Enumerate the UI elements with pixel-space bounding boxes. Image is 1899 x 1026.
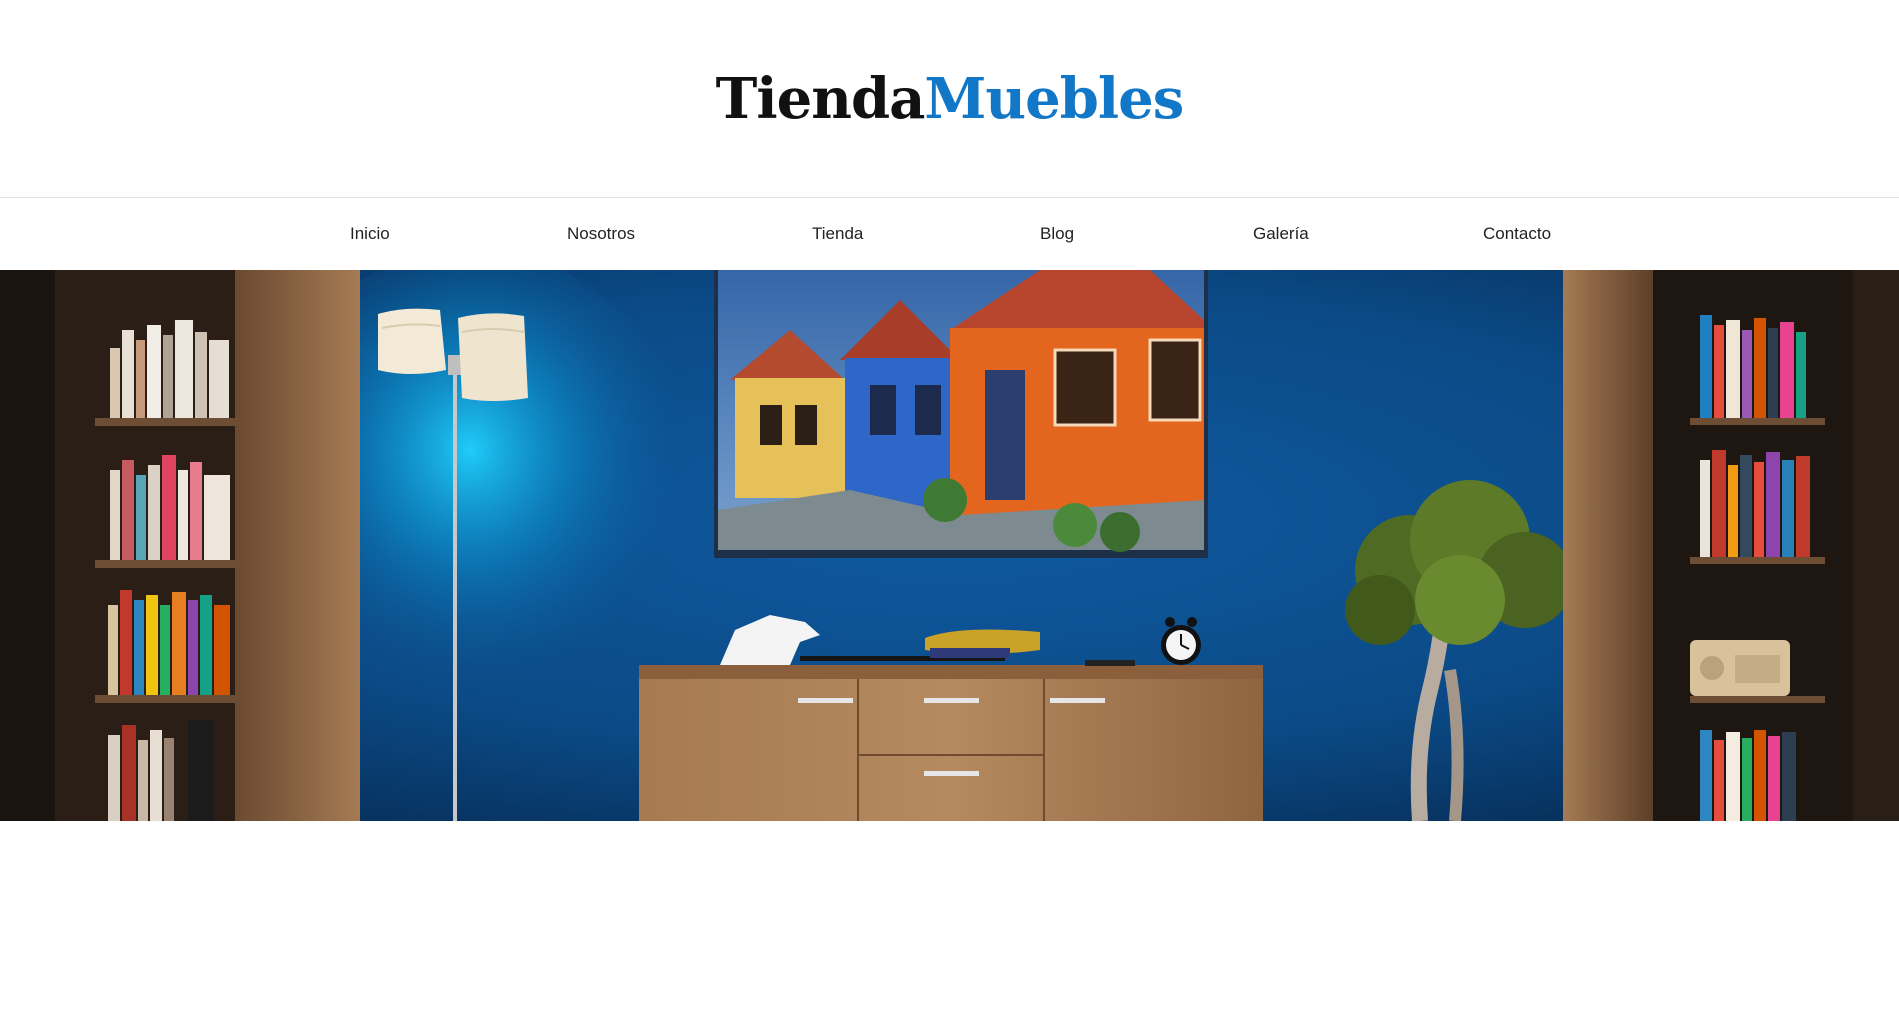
right-bookshelf [1563,270,1899,821]
site-header: TiendaMuebles [0,0,1899,197]
wall-painting [714,270,1208,558]
site-logo[interactable]: TiendaMuebles [0,64,1899,134]
nav-item-tienda[interactable]: Tienda [812,198,863,270]
logo-text-muebles: Muebles [924,66,1184,132]
left-bookshelf [0,270,360,821]
logo-text-tienda: Tienda [715,66,926,132]
hero-banner [0,270,1899,821]
main-navigation: Inicio Nosotros Tienda Blog Galería Cont… [0,197,1899,270]
page: TiendaMuebles Inicio Nosotros Tienda Blo… [0,0,1899,1026]
nav-item-blog[interactable]: Blog [1040,198,1074,270]
living-room-hero-image [0,270,1899,821]
nav-item-contacto[interactable]: Contacto [1483,198,1551,270]
sideboard [639,615,1263,821]
nav-item-nosotros[interactable]: Nosotros [567,198,635,270]
nav-item-inicio[interactable]: Inicio [350,198,390,270]
page-body-blank [0,821,1899,1026]
nav-item-galeria[interactable]: Galería [1253,198,1309,270]
